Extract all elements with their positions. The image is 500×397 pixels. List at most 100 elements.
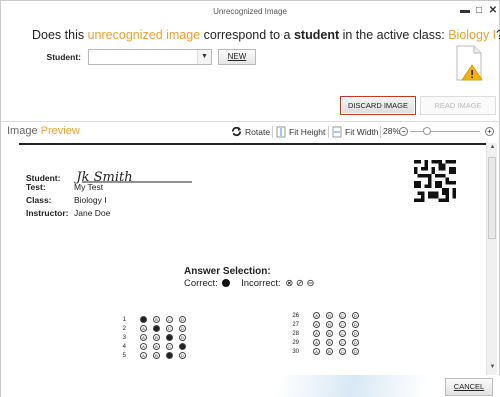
answer-bubble: B — [326, 339, 333, 346]
question-number: 5 — [122, 352, 126, 359]
answer-row: 27 A B C D — [287, 320, 365, 329]
toolbar-separator — [380, 126, 381, 138]
answer-bubble: A — [313, 348, 320, 355]
answer-bubble: A — [140, 352, 147, 359]
cancel-button[interactable]: CANCEL — [445, 378, 493, 396]
document-warning-icon — [456, 45, 483, 81]
answer-bubble: D — [352, 312, 359, 319]
question-number: 30 — [292, 348, 299, 355]
scroll-down-icon[interactable]: ▼ — [488, 364, 497, 374]
answer-bubble: A — [313, 312, 320, 319]
sheet-instructor: Instructor: Jane Doe — [26, 208, 111, 218]
answer-row: 3 ABCD — [114, 333, 192, 342]
question-number: 4 — [122, 343, 126, 350]
answer-bubble: B — [153, 334, 160, 341]
answer-bubble: C — [339, 321, 346, 328]
answer-row: 5 ABCD — [114, 351, 192, 360]
answer-bubble: D — [352, 330, 359, 337]
answer-selection-title: Answer Selection: — [184, 266, 271, 277]
answer-row: 28 A B C D — [287, 329, 365, 338]
answer-bubble: A — [313, 339, 320, 346]
rotate-button[interactable]: Rotate — [231, 126, 270, 137]
zoom-slider[interactable] — [410, 131, 480, 132]
answer-bubble: C — [166, 316, 173, 323]
answer-bubble: A — [140, 343, 147, 350]
answer-bubble: D — [179, 343, 186, 350]
student-select[interactable]: ▼ — [88, 49, 212, 65]
title-bar: Unrecognized Image ▬ □ ✕ — [1, 1, 499, 23]
answer-bubble: B — [153, 352, 160, 359]
answer-bubble: A — [140, 316, 147, 323]
preview-scrollbar[interactable]: ▲ ▼ — [486, 143, 497, 375]
answer-bubble: D — [179, 316, 186, 323]
scrollbar-thumb[interactable] — [488, 157, 496, 239]
question-number: 26 — [292, 312, 299, 319]
answer-bubble: C — [339, 330, 346, 337]
zoom-out-button[interactable]: − — [399, 127, 408, 136]
sheet-class: Class: Biology I — [26, 195, 107, 205]
student-row: Student: ▼ NEW — [35, 49, 256, 65]
new-student-button[interactable]: NEW — [218, 49, 256, 65]
answer-row: 2 ABCD — [114, 324, 192, 333]
incorrect-bubble-icons: ⊗ ⊘ ⊖ — [285, 278, 315, 289]
close-icon[interactable]: ✕ — [487, 6, 499, 16]
question-number: 28 — [292, 330, 299, 337]
student-label: Student: — [46, 52, 81, 62]
answer-row: 1 ABCD — [114, 315, 192, 324]
preview-toolbar: Image Preview Rotate Fit Height Fit Widt… — [1, 122, 500, 142]
fit-height-button[interactable]: Fit Height — [276, 126, 325, 138]
answer-bubble: D — [352, 339, 359, 346]
answer-row: 26 A B C D — [287, 311, 365, 320]
answer-bubbles-right: 26 A B C D 27 A B C D 28 A B C D 29 A B C D 30 A B C D — [287, 311, 365, 356]
answer-bubble: C — [339, 348, 346, 355]
answer-bubble: C — [166, 334, 173, 341]
answer-bubble: B — [326, 348, 333, 355]
scroll-up-icon[interactable]: ▲ — [488, 144, 497, 154]
zoom-in-button[interactable]: + — [485, 127, 494, 136]
footer-bar — [1, 375, 500, 397]
answer-bubble: A — [140, 334, 147, 341]
match-question: Does this unrecognized image correspond … — [32, 28, 500, 42]
image-preview: Student: Jk Smith Test: My Test Class: Bio… — [19, 143, 486, 375]
toolbar-separator — [272, 126, 273, 138]
toolbar-separator — [328, 126, 329, 138]
fit-width-icon — [332, 126, 342, 138]
answer-bubble: C — [339, 312, 346, 319]
answer-bubble: A — [313, 321, 320, 328]
question-number: 27 — [292, 321, 299, 328]
correct-bubble-icon — [222, 279, 231, 287]
qr-code-image — [414, 160, 456, 202]
answer-bubble: A — [140, 325, 147, 332]
question-number: 3 — [122, 334, 126, 341]
answer-bubble: C — [339, 339, 346, 346]
preview-title: Image Preview — [7, 125, 80, 137]
answer-bubble: B — [326, 321, 333, 328]
answer-bubbles-left: 1ABCD2ABCD3ABCD4ABCD5ABCD — [114, 315, 192, 360]
read-image-button[interactable]: READ IMAGE — [420, 96, 496, 115]
discard-image-button[interactable]: DISCARD IMAGE — [340, 96, 416, 115]
sheet-test: Test: My Test — [26, 182, 104, 192]
answer-bubble: D — [179, 334, 186, 341]
answer-bubble: B — [153, 325, 160, 332]
fit-height-icon — [276, 126, 286, 138]
answer-bubble: B — [326, 312, 333, 319]
fit-width-button[interactable]: Fit Width — [332, 126, 379, 138]
answer-bubble: C — [166, 352, 173, 359]
answer-bubble: B — [153, 316, 160, 323]
minimize-icon[interactable]: ▬ — [459, 6, 471, 16]
answer-bubble: D — [352, 321, 359, 328]
answer-bubble: D — [179, 325, 186, 332]
question-number: 1 — [122, 316, 126, 323]
answer-row: 29 A B C D — [287, 338, 365, 347]
window-title: Unrecognized Image — [213, 7, 287, 16]
answer-bubble: C — [166, 325, 173, 332]
zoom-slider-handle[interactable] — [423, 127, 431, 135]
chevron-down-icon[interactable]: ▼ — [197, 50, 211, 64]
maximize-icon[interactable]: □ — [473, 6, 485, 16]
rotate-icon — [231, 126, 242, 137]
question-number: 2 — [122, 325, 126, 332]
answer-bubble: C — [166, 343, 173, 350]
question-number: 29 — [292, 339, 299, 346]
answer-bubble: B — [153, 343, 160, 350]
answer-bubble: D — [179, 352, 186, 359]
